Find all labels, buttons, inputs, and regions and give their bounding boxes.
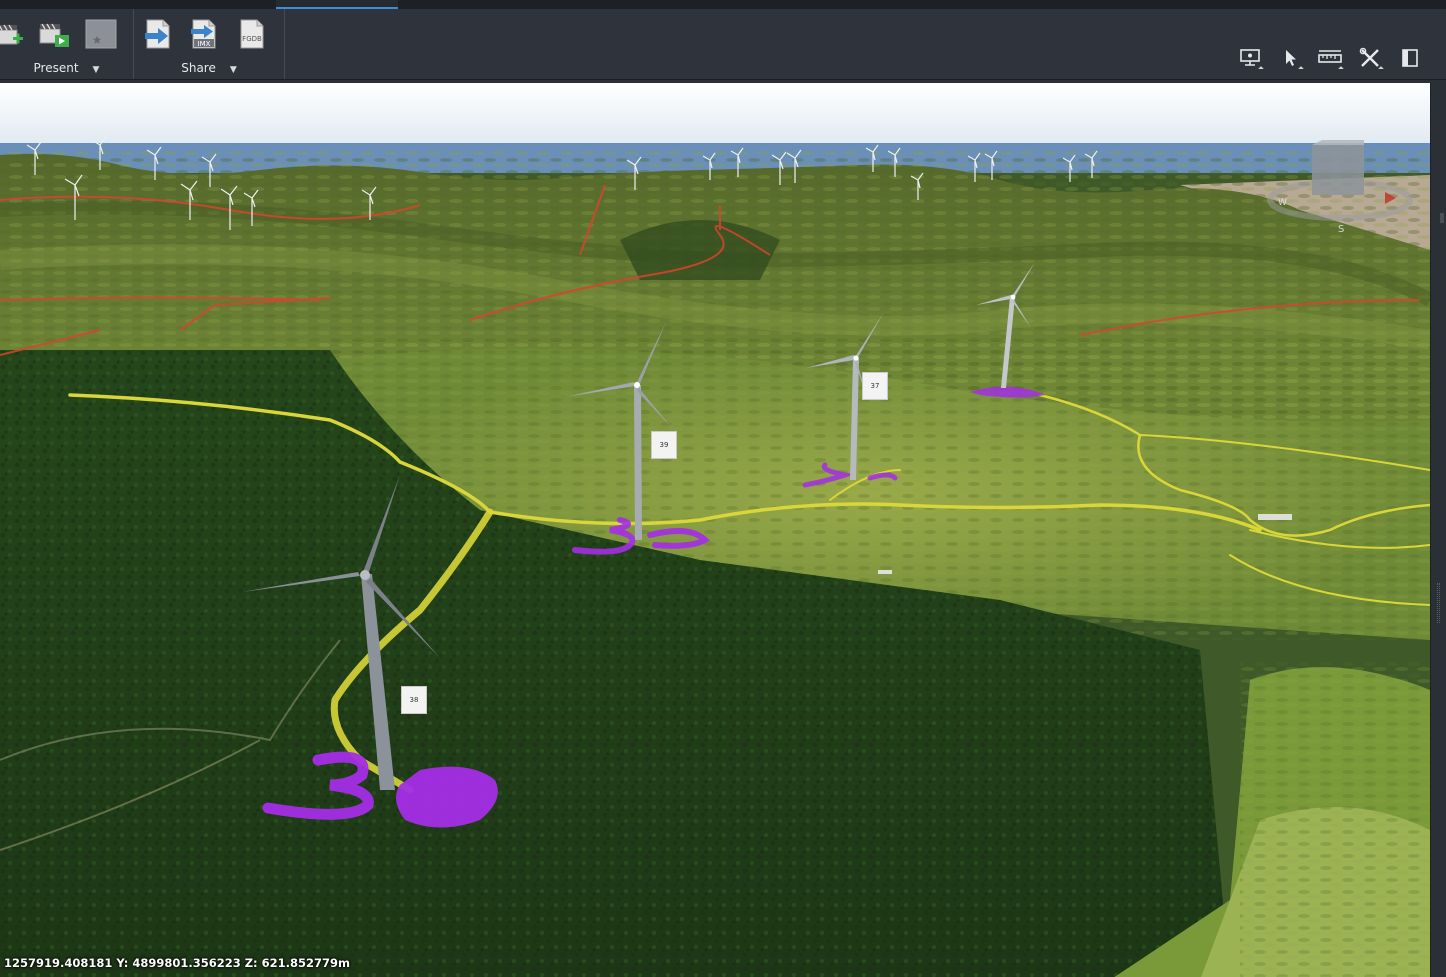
export-imx-icon: IMX [188, 17, 222, 51]
bookmark-button[interactable] [84, 17, 118, 51]
panel-toggle-button[interactable] [1390, 47, 1430, 73]
right-dock-edge [1430, 83, 1446, 977]
terrain-scene: W S [0, 83, 1430, 977]
select-cursor-icon [1281, 48, 1299, 72]
turbine-label-39[interactable]: 39 [651, 431, 677, 459]
coordinate-readout: 1257919.408181 Y: 4899801.356223 Z: 621.… [4, 956, 351, 970]
export-icon [142, 17, 176, 51]
present-group-label[interactable]: Present ▼ [0, 61, 133, 75]
chevron-down-icon[interactable]: ▼ [230, 65, 237, 75]
bookmark-star-icon [85, 18, 117, 50]
chevron-down-icon[interactable]: ▼ [93, 65, 100, 75]
resize-grip[interactable] [1437, 583, 1440, 623]
turbine-label-38[interactable]: 38 [401, 686, 427, 714]
add-slide-button[interactable] [0, 17, 28, 51]
select-button[interactable] [1270, 47, 1310, 73]
turbine-label-37-text: 37 [870, 382, 880, 390]
imx-icon-text: IMX [198, 40, 211, 48]
play-presentation-button[interactable] [37, 17, 71, 51]
compass-south-label: S [1338, 224, 1344, 235]
arcgis-pro-window: Present ▼ IMX FGDB Share ▼ W S 38 39 37 … [0, 0, 1446, 977]
share-group: IMX FGDB Share ▼ [134, 9, 285, 79]
panel-toggle-icon [1400, 48, 1420, 72]
export-fgdb-icon: FGDB [236, 17, 270, 51]
add-slide-icon [0, 18, 27, 50]
share-group-label[interactable]: Share ▼ [134, 61, 284, 75]
present-group: Present ▼ [0, 9, 134, 79]
play-presentation-icon [37, 17, 71, 51]
share-label-text: Share [181, 61, 216, 75]
compass-west-label: W [1278, 198, 1287, 208]
dock-tab[interactable] [1440, 213, 1444, 223]
scene-view[interactable]: W S 38 39 37 1257919.408181 Y: 4899801.3… [0, 83, 1430, 977]
tools-button[interactable] [1350, 47, 1390, 73]
turbine-label-39-text: 39 [659, 441, 669, 449]
ribbon: Present ▼ IMX FGDB Share ▼ [0, 9, 1446, 80]
export-button[interactable] [142, 17, 176, 51]
export-imx-button[interactable]: IMX [188, 17, 222, 51]
fgdb-icon-text: FGDB [242, 35, 262, 43]
screen-navigation-button[interactable] [1230, 47, 1270, 73]
measure-button[interactable] [1310, 47, 1350, 73]
map-nav-tools [1230, 47, 1430, 73]
tab-active[interactable] [276, 0, 398, 9]
turbine-label-37[interactable]: 37 [862, 372, 888, 400]
turbine-label-38-text: 38 [409, 696, 419, 704]
present-label-text: Present [33, 61, 79, 75]
export-fgdb-button[interactable]: FGDB [236, 17, 270, 51]
ribbon-tab-strip [0, 0, 1446, 9]
